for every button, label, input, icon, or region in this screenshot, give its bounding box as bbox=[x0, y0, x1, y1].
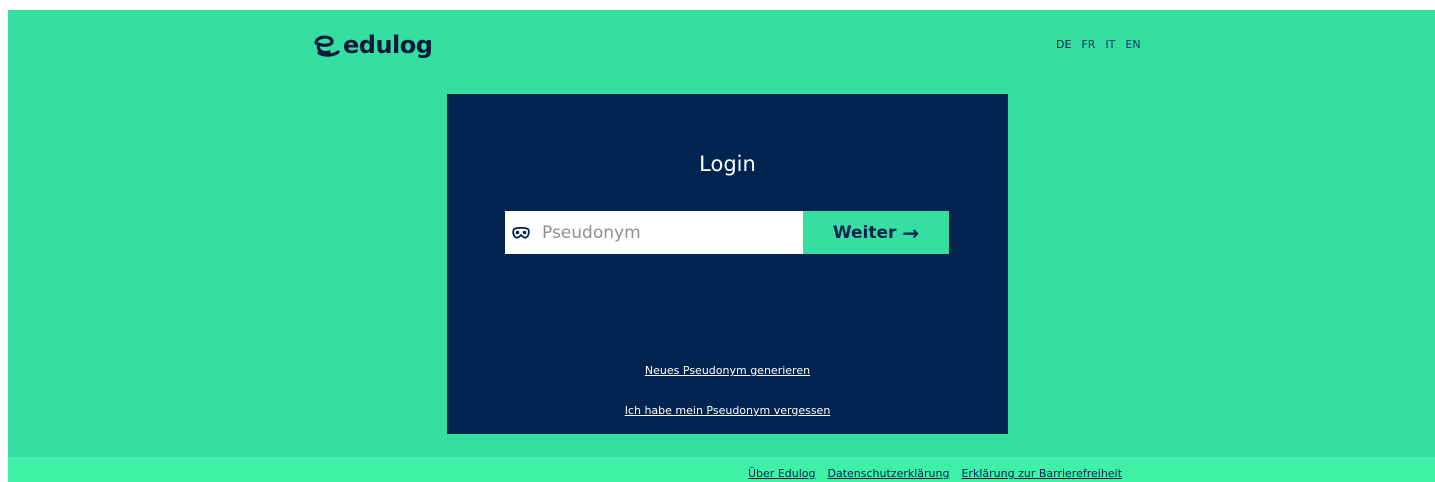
edulog-logo-icon bbox=[314, 35, 340, 57]
lang-fr[interactable]: FR bbox=[1081, 38, 1095, 51]
logo-text: edulog bbox=[343, 31, 433, 59]
arrow-right-icon: → bbox=[902, 220, 920, 245]
forgot-pseudonym-link[interactable]: Ich habe mein Pseudonym vergessen bbox=[447, 404, 1008, 417]
mask-icon bbox=[512, 226, 530, 239]
login-title: Login bbox=[699, 152, 756, 176]
footer-link-about[interactable]: Über Edulog bbox=[748, 467, 816, 480]
language-switcher: DE FR IT EN bbox=[1056, 38, 1141, 51]
weiter-button[interactable]: Weiter → bbox=[803, 211, 949, 254]
lang-de[interactable]: DE bbox=[1056, 38, 1071, 51]
lang-en[interactable]: EN bbox=[1125, 38, 1140, 51]
generate-pseudonym-link[interactable]: Neues Pseudonym generieren bbox=[447, 364, 1008, 377]
footer: Über Edulog Datenschutzerklärung Erkläru… bbox=[8, 457, 1435, 482]
weiter-button-label: Weiter bbox=[832, 222, 897, 243]
footer-link-privacy[interactable]: Datenschutzerklärung bbox=[828, 467, 950, 480]
footer-link-accessibility[interactable]: Erklärung zur Barrierefreiheit bbox=[961, 467, 1121, 480]
page-background: edulog DE FR IT EN Login Weiter → Neues … bbox=[8, 10, 1435, 482]
pseudonym-input[interactable] bbox=[542, 222, 782, 243]
footer-links: Über Edulog Datenschutzerklärung Erkläru… bbox=[748, 467, 1122, 480]
pseudonym-field[interactable] bbox=[505, 211, 803, 254]
edulog-logo[interactable]: edulog bbox=[313, 30, 433, 60]
login-card: Login Weiter → Neues Pseudonym generiere… bbox=[447, 94, 1008, 434]
lang-it[interactable]: IT bbox=[1105, 38, 1115, 51]
